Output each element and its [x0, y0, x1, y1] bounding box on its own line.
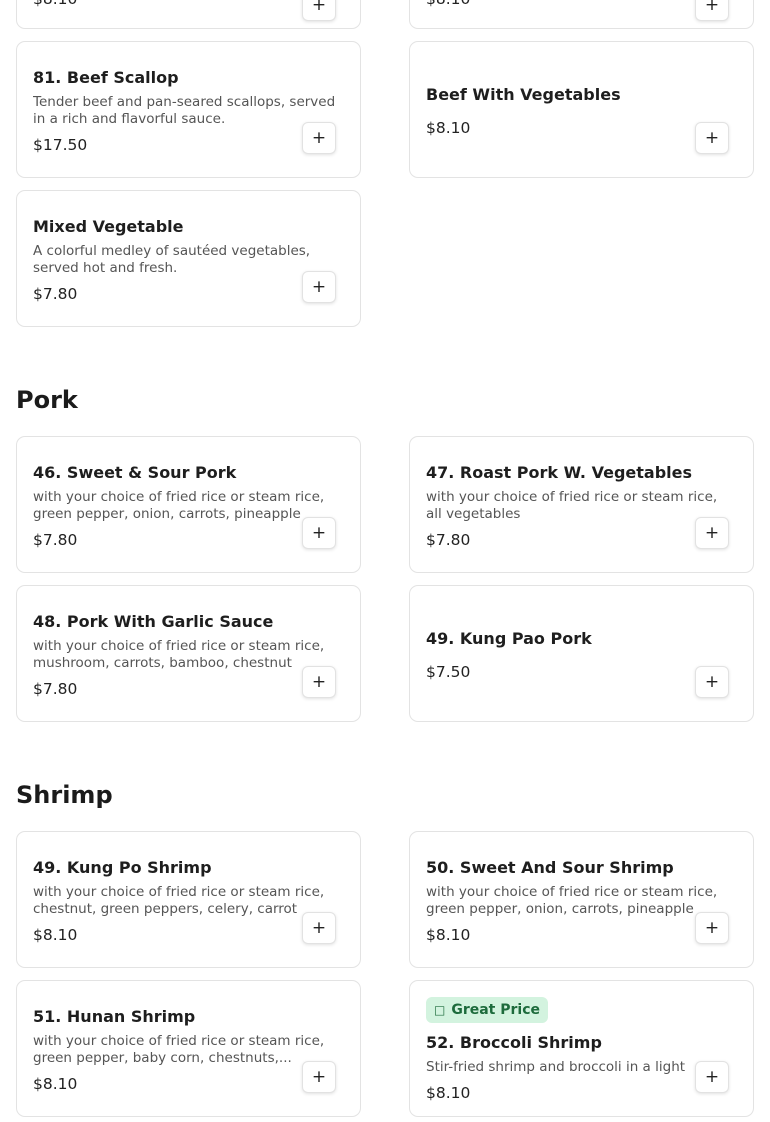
item-price: $7.50: [426, 663, 471, 681]
item-name: 47. Roast Pork W. Vegetables: [426, 463, 692, 482]
item-description: A colorful medley of sautéed vegetables,…: [33, 243, 311, 276]
add-to-cart-button[interactable]: +: [302, 517, 336, 549]
menu-item-card[interactable]: 46. Sweet & Sour Pork with your choice o…: [16, 436, 361, 573]
add-to-cart-button[interactable]: +: [302, 912, 336, 944]
item-price: $8.10: [426, 1084, 471, 1102]
add-to-cart-button[interactable]: +: [302, 0, 336, 21]
tag-icon: □: [434, 1003, 446, 1017]
item-description: Tender beef and pan-seared scallops, ser…: [33, 94, 336, 127]
item-price: $8.10: [426, 0, 470, 8]
item-name: 50. Sweet And Sour Shrimp: [426, 858, 674, 877]
menu-item-card[interactable]: 48. Pork With Garlic Sauce with your cho…: [16, 585, 361, 722]
item-price: $8.10: [426, 926, 471, 944]
item-name: Mixed Vegetable: [33, 217, 184, 236]
add-to-cart-button[interactable]: +: [302, 122, 336, 154]
item-name: Beef With Vegetables: [426, 85, 621, 104]
plus-icon: +: [311, 523, 327, 543]
item-name: 49. Kung Pao Pork: [426, 629, 592, 648]
item-price: $7.80: [33, 531, 78, 549]
item-name: 51. Hunan Shrimp: [33, 1007, 196, 1026]
add-to-cart-button[interactable]: +: [695, 1061, 729, 1093]
menu-item-card[interactable]: 51. Hunan Shrimp with your choice of fri…: [16, 980, 361, 1117]
plus-icon: +: [311, 128, 327, 148]
item-description: Stir-fried shrimp and broccoli in a ligh…: [426, 1059, 686, 1075]
item-price: $7.80: [33, 680, 78, 698]
add-to-cart-button[interactable]: +: [695, 0, 729, 21]
menu-item-card[interactable]: 81. Beef Scallop Tender beef and pan-sea…: [16, 41, 361, 178]
menu-item-card[interactable]: 50. Sweet And Sour Shrimp with your choi…: [409, 831, 754, 968]
add-to-cart-button[interactable]: +: [695, 666, 729, 698]
menu-item-card[interactable]: Mixed Vegetable A colorful medley of sau…: [16, 190, 361, 327]
plus-icon: +: [311, 0, 327, 15]
menu-item-card[interactable]: 49. Kung Pao Pork $7.50 +: [409, 585, 754, 722]
section-title-shrimp: Shrimp: [16, 781, 113, 809]
item-description: with your choice of fried rice or steam …: [426, 489, 718, 522]
plus-icon: +: [311, 918, 327, 938]
plus-icon: +: [704, 0, 720, 15]
item-description: with your choice of fried rice or steam …: [33, 884, 325, 917]
menu-item-card[interactable]: 47. Roast Pork W. Vegetables with your c…: [409, 436, 754, 573]
menu-item-card[interactable]: $8.10 +: [16, 0, 361, 29]
add-to-cart-button[interactable]: +: [695, 122, 729, 154]
plus-icon: +: [311, 672, 327, 692]
plus-icon: +: [704, 523, 720, 543]
plus-icon: +: [704, 672, 720, 692]
item-name: 52. Broccoli Shrimp: [426, 1033, 602, 1052]
plus-icon: +: [704, 1067, 720, 1087]
add-to-cart-button[interactable]: +: [695, 517, 729, 549]
add-to-cart-button[interactable]: +: [695, 912, 729, 944]
item-price: $8.10: [426, 119, 471, 137]
add-to-cart-button[interactable]: +: [302, 271, 336, 303]
item-description: with your choice of fried rice or steam …: [33, 1033, 325, 1066]
item-description: with your choice of fried rice or steam …: [33, 638, 325, 671]
plus-icon: +: [311, 1067, 327, 1087]
item-price: $8.10: [33, 1075, 78, 1093]
item-name: 48. Pork With Garlic Sauce: [33, 612, 274, 631]
great-price-badge: □ Great Price: [426, 997, 549, 1023]
item-price: $7.80: [426, 531, 471, 549]
add-to-cart-button[interactable]: +: [302, 666, 336, 698]
plus-icon: +: [704, 918, 720, 938]
item-name: 49. Kung Po Shrimp: [33, 858, 212, 877]
badge-label: Great Price: [451, 1002, 541, 1018]
plus-icon: +: [311, 277, 327, 297]
plus-icon: +: [704, 128, 720, 148]
item-description: with your choice of fried rice or steam …: [426, 884, 718, 917]
item-price: $8.10: [33, 926, 78, 944]
item-price: $7.80: [33, 285, 78, 303]
item-price: $8.10: [33, 0, 77, 8]
menu-item-card[interactable]: 49. Kung Po Shrimp with your choice of f…: [16, 831, 361, 968]
menu-item-card[interactable]: $8.10 +: [409, 0, 754, 29]
item-price: $17.50: [33, 136, 88, 154]
menu-item-card[interactable]: Beef With Vegetables $8.10 +: [409, 41, 754, 178]
section-title-pork: Pork: [16, 386, 78, 414]
item-description: with your choice of fried rice or steam …: [33, 489, 325, 522]
add-to-cart-button[interactable]: +: [302, 1061, 336, 1093]
item-name: 46. Sweet & Sour Pork: [33, 463, 237, 482]
menu-item-card[interactable]: □ Great Price 52. Broccoli Shrimp Stir-f…: [409, 980, 754, 1117]
item-name: 81. Beef Scallop: [33, 68, 179, 87]
